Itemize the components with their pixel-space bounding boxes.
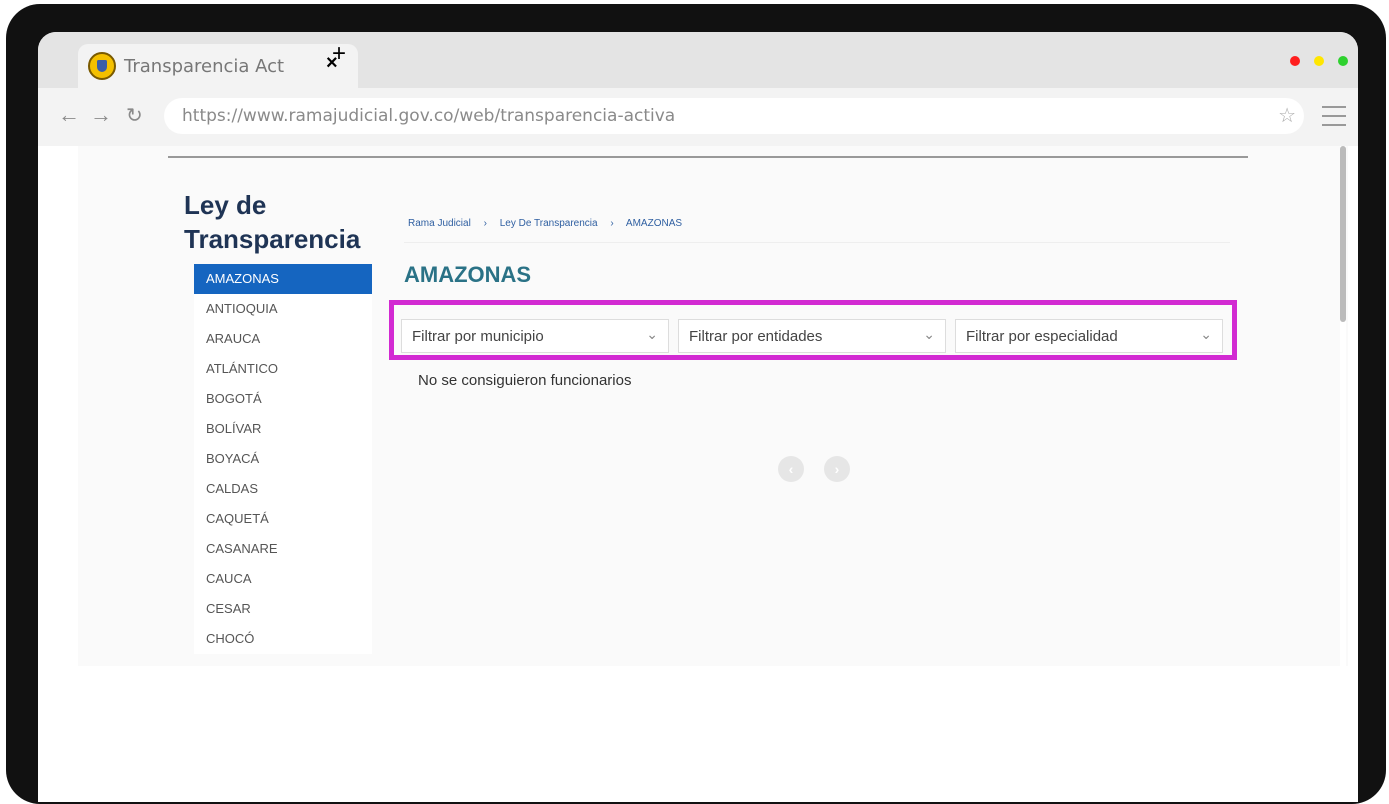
breadcrumb-item[interactable]: Ley De Transparencia <box>500 218 598 229</box>
empty-results-message: No se consiguieron funcionarios <box>418 372 632 389</box>
tab-title: Transparencia Act <box>124 56 285 77</box>
filter-label: Filtrar por municipio <box>412 328 544 345</box>
filter-label: Filtrar por especialidad <box>966 328 1118 345</box>
forward-arrow-icon[interactable]: → <box>90 102 112 128</box>
page-title: Ley de Transparencia <box>184 190 361 254</box>
previous-page-icon[interactable]: ‹ <box>778 456 804 482</box>
minimize-window-dot[interactable] <box>1314 56 1324 66</box>
breadcrumb-item[interactable]: AMAZONAS <box>626 218 682 229</box>
browser-window: Transparencia Act × + ← → ↻ https://www.… <box>38 32 1358 802</box>
chevron-down-icon: ⌄ <box>923 326 935 342</box>
scrollbar-thumb[interactable] <box>1340 146 1346 322</box>
tab-bar: Transparencia Act × + <box>38 32 1358 88</box>
window-controls <box>1276 53 1348 71</box>
sidebar-item-cauca[interactable]: CAUCA <box>194 564 372 594</box>
sidebar-item-choco[interactable]: CHOCÓ <box>194 624 372 654</box>
sidebar-item-cesar[interactable]: CESAR <box>194 594 372 624</box>
department-list: AMAZONAS ANTIOQUIA ARAUCA ATLÁNTICO BOGO… <box>194 264 372 654</box>
browser-menu-icon[interactable] <box>1322 106 1346 133</box>
maximize-window-dot[interactable] <box>1338 56 1348 66</box>
filters-highlight: Filtrar por municipio ⌄ Filtrar por enti… <box>389 300 1237 360</box>
sidebar-item-caqueta[interactable]: CAQUETÁ <box>194 504 372 534</box>
entidades-filter-select[interactable]: Filtrar por entidades ⌄ <box>678 319 946 353</box>
breadcrumb: Rama Judicial › Ley De Transparencia › A… <box>408 218 692 229</box>
browser-tab[interactable]: Transparencia Act × <box>78 44 358 88</box>
bookmark-star-icon[interactable]: ☆ <box>1278 103 1296 128</box>
municipio-filter-select[interactable]: Filtrar por municipio ⌄ <box>401 319 669 353</box>
new-tab-button[interactable]: + <box>332 42 346 66</box>
sidebar-item-amazonas[interactable]: AMAZONAS <box>194 264 372 294</box>
breadcrumb-separator-icon: › <box>483 218 487 229</box>
next-page-icon[interactable]: › <box>824 456 850 482</box>
sidebar-item-boyaca[interactable]: BOYACÁ <box>194 444 372 474</box>
filter-label: Filtrar por entidades <box>689 328 823 345</box>
chevron-down-icon: ⌄ <box>646 326 658 342</box>
header-divider <box>168 156 1248 158</box>
chevron-down-icon: ⌄ <box>1200 326 1212 342</box>
sidebar-item-bolivar[interactable]: BOLÍVAR <box>194 414 372 444</box>
breadcrumb-separator-icon: › <box>610 218 614 229</box>
sidebar-item-atlantico[interactable]: ATLÁNTICO <box>194 354 372 384</box>
url-field[interactable]: https://www.ramajudicial.gov.co/web/tran… <box>164 98 1304 134</box>
especialidad-filter-select[interactable]: Filtrar por especialidad ⌄ <box>955 319 1223 353</box>
sidebar-item-arauca[interactable]: ARAUCA <box>194 324 372 354</box>
sidebar-item-antioquia[interactable]: ANTIOQUIA <box>194 294 372 324</box>
sidebar-item-caldas[interactable]: CALDAS <box>194 474 372 504</box>
pagination: ‹ › <box>778 456 870 482</box>
url-text: https://www.ramajudicial.gov.co/web/tran… <box>182 106 676 126</box>
colombia-seal-icon <box>88 52 116 80</box>
section-title: AMAZONAS <box>404 262 532 287</box>
reload-icon[interactable]: ↻ <box>126 103 143 128</box>
back-arrow-icon[interactable]: ← <box>58 102 80 128</box>
page-content: Ley de Transparencia AMAZONAS ANTIOQUIA … <box>78 146 1348 666</box>
breadcrumb-divider <box>404 242 1230 243</box>
sidebar-item-casanare[interactable]: CASANARE <box>194 534 372 564</box>
address-bar: ← → ↻ https://www.ramajudicial.gov.co/we… <box>38 88 1358 146</box>
sidebar-item-bogota[interactable]: BOGOTÁ <box>194 384 372 414</box>
device-frame: Transparencia Act × + ← → ↻ https://www.… <box>6 4 1386 804</box>
close-window-dot[interactable] <box>1290 56 1300 66</box>
breadcrumb-item[interactable]: Rama Judicial <box>408 218 471 229</box>
